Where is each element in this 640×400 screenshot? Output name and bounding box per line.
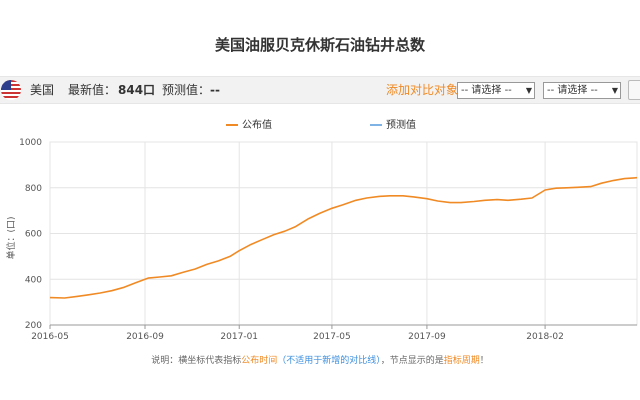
x-tick-label: 2017-05 (313, 332, 351, 342)
x-tick-label: 2017-09 (408, 332, 446, 342)
compare-select-2-value: -- 请选择 -- (547, 85, 598, 96)
info-bar: 美国 最新值： 844口 预测值： -- 添加对比对象： -- 请选择 -- ▼… (0, 76, 640, 104)
axis-layer: 200 400 600 800 1000 2016-05 2016-09 2017-01 201… (19, 138, 637, 342)
compare-add-button[interactable] (628, 80, 640, 100)
y-tick-label: 200 (25, 321, 42, 331)
forecast-value: -- (210, 83, 220, 97)
series-line-published[interactable] (49, 176, 638, 299)
footnote-prefix: 说明：横坐标代表指标 (151, 356, 242, 366)
x-tick-label: 2016-05 (31, 332, 69, 342)
footnote-suffix: ！ (479, 356, 489, 366)
legend-item-published[interactable]: 公布值 (226, 116, 272, 131)
y-tick-label: 800 (25, 184, 42, 194)
dropdown-arrow-icon: ▼ (611, 86, 618, 95)
series-layer (49, 176, 638, 299)
y-axis-label: 单位：(口) (5, 216, 17, 259)
footnote-paren: （不适用于新增的对比线） (277, 356, 381, 366)
forecast-value-label: 预测值： (162, 83, 211, 97)
legend-swatch-forecast (370, 124, 382, 126)
footnote-highlight-time: 公布时间 (241, 356, 278, 366)
latest-value-label: 最新值： (68, 83, 117, 97)
legend-item-forecast[interactable]: 预测值 (370, 116, 416, 131)
chart-footnote: 说明：横坐标代表指标公布时间（不适用于新增的对比线），节点显示的是指标周期！ (0, 353, 640, 366)
country-name: 美国 (30, 83, 55, 97)
page-title: 美国油服贝克休斯石油钻井总数 (214, 36, 425, 54)
us-flag-icon (1, 80, 21, 100)
y-tick-label: 600 (25, 230, 42, 240)
y-tick-label: 1000 (19, 138, 42, 148)
footnote-middle: ，节点显示的是 (380, 356, 444, 366)
dropdown-arrow-icon: ▼ (525, 86, 532, 95)
compare-select-2[interactable]: -- 请选择 -- ▼ (543, 82, 621, 99)
grid-layer (49, 141, 638, 326)
compare-select-1-value: -- 请选择 -- (461, 85, 512, 96)
compare-select-1[interactable]: -- 请选择 -- ▼ (457, 82, 535, 99)
x-tick-label: 2018-02 (526, 332, 564, 342)
line-chart: 200 400 600 800 1000 2016-05 2016-09 2017-01 201… (5, 138, 638, 342)
x-tick-label: 2017-01 (220, 332, 258, 342)
legend-swatch-published (226, 124, 238, 126)
y-tick-label: 400 (25, 275, 42, 285)
x-tick-label: 2016-09 (126, 332, 164, 342)
footnote-highlight-period: 指标周期 (443, 356, 480, 366)
latest-value: 844口 (118, 83, 156, 97)
